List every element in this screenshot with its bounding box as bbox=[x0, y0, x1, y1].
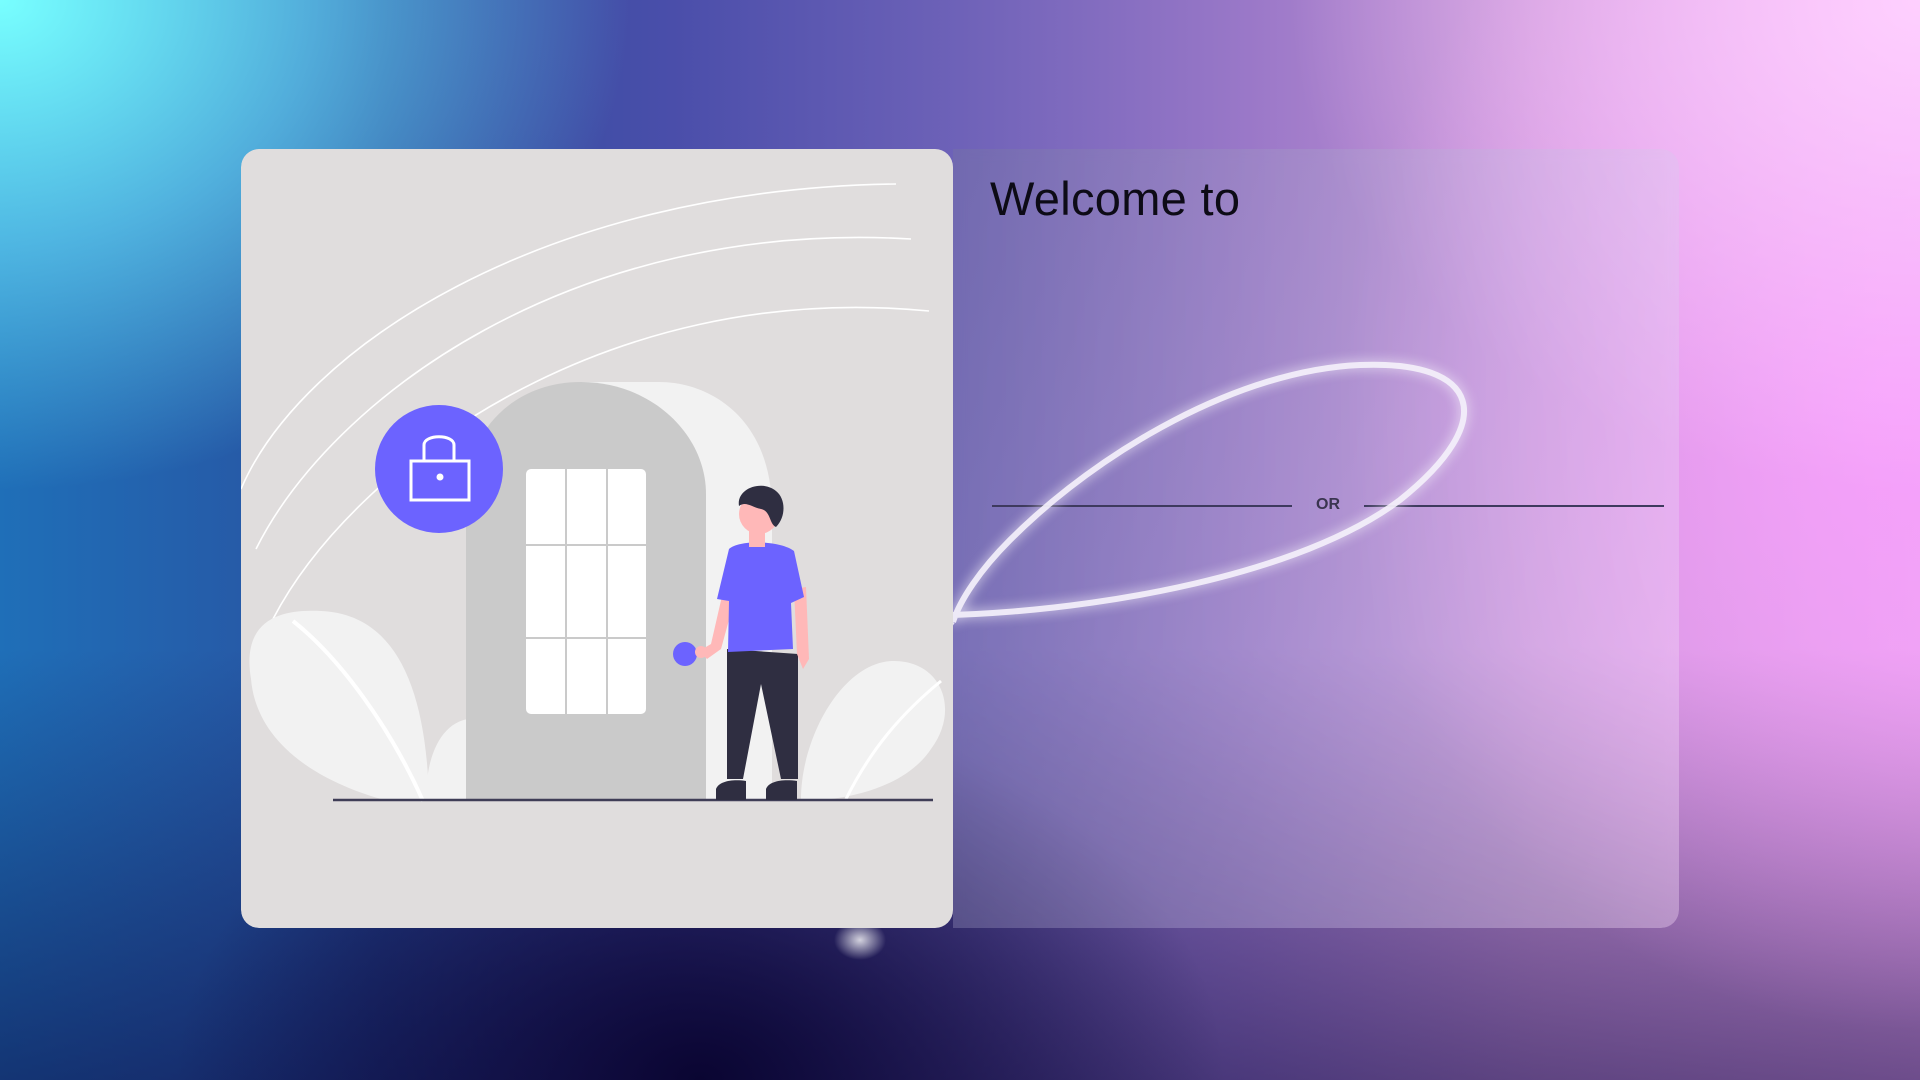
divider-text: OR bbox=[1316, 496, 1340, 513]
welcome-title: Welcome to bbox=[990, 172, 1241, 225]
illustration-panel bbox=[241, 149, 953, 928]
divider-line-right bbox=[1364, 505, 1664, 507]
divider-line-left bbox=[992, 505, 1292, 507]
person-at-door-illustration bbox=[241, 183, 946, 802]
login-form-panel: Welcome to OR bbox=[953, 149, 1679, 928]
or-divider: OR bbox=[992, 495, 1664, 515]
login-card: Welcome to OR bbox=[241, 149, 1679, 928]
